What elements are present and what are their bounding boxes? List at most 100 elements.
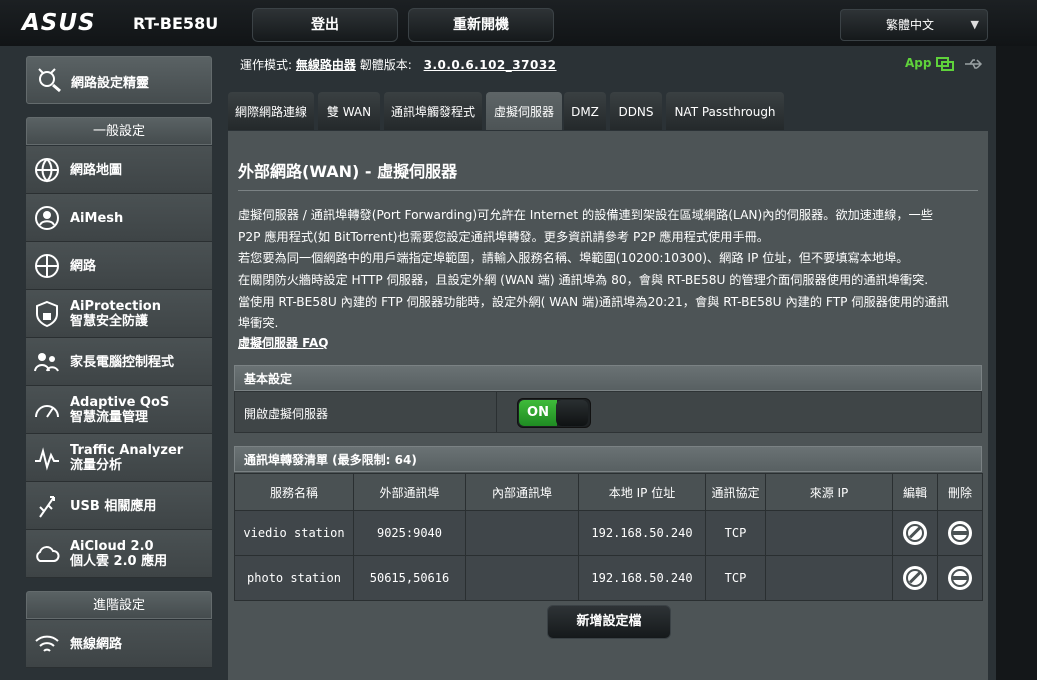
label-line2: 智慧流量管理: [70, 410, 149, 425]
cell-proto: TCP: [705, 510, 766, 556]
label-line1: AiProtection: [70, 299, 161, 314]
delete-icon[interactable]: [948, 566, 972, 590]
language-select[interactable]: 繁體中文 ▼: [840, 9, 988, 41]
sidebar-item-g8[interactable]: AiCloud 2.0 個人雲 2.0 應用: [26, 530, 212, 578]
description-line: 埠衝突.: [238, 316, 279, 330]
tab-1[interactable]: 雙 WAN: [318, 92, 380, 130]
qos-icon: [35, 405, 59, 418]
sidebar-item-g4[interactable]: 家長電腦控制程式: [26, 338, 212, 386]
description-line: 當使用 RT-BE58U 內建的 FTP 伺服器功能時，設定外網( WAN 端)…: [238, 295, 949, 309]
delete-icon[interactable]: [948, 521, 972, 545]
column-header: 內部通訊埠: [465, 473, 579, 511]
general-settings-heading: 一般設定: [26, 117, 212, 145]
label-line1: USB 相關應用: [70, 498, 157, 514]
sidebar-item-label: 無線網路: [70, 620, 122, 668]
sidebar-item-label: 家長電腦控制程式: [70, 338, 174, 386]
edit-icon[interactable]: [903, 521, 927, 545]
cell-src: [765, 510, 893, 556]
label-line2: 智慧安全防護: [70, 314, 149, 329]
cell-ext: 9025:9040: [353, 510, 466, 556]
column-header: 刪除: [937, 473, 983, 511]
cell-name: viedio station: [234, 510, 354, 556]
table-row: viedio station 9025:9040 192.168.50.240 TCP: [234, 510, 983, 556]
edit-cell: [892, 510, 938, 556]
traffic-icon: [35, 447, 59, 471]
chevron-down-icon: ▼: [970, 18, 979, 31]
mode-link[interactable]: 無線路由器: [296, 58, 356, 72]
cell-ip: 192.168.50.240: [578, 510, 706, 556]
wizard-icon: [38, 68, 61, 93]
sidebar-item-label: AiMesh: [70, 194, 123, 242]
top-header: ASUS RT-BE58U 登出 重新開機 繁體中文 ▼: [0, 0, 1037, 46]
column-header: 服務名稱: [234, 473, 354, 511]
sidebar-item-g7[interactable]: USB 相關應用: [26, 482, 212, 530]
virtual-server-toggle[interactable]: ON: [517, 398, 591, 428]
tab-3[interactable]: 虛擬伺服器: [486, 92, 562, 130]
usb-icon: [39, 496, 55, 518]
column-header: 編輯: [892, 473, 938, 511]
tab-4[interactable]: DMZ: [564, 92, 606, 130]
sidebar-item-a0[interactable]: 無線網路: [26, 620, 212, 668]
sidebar-item-qis[interactable]: 網路設定精靈: [26, 56, 212, 104]
description-line: 在關閉防火牆時設定 HTTP 伺服器，且設定外網 (WAN 端) 通訊埠為 80…: [238, 273, 929, 287]
network-icon: [35, 254, 59, 278]
monitor-icon: [935, 56, 954, 71]
cell-ip: 192.168.50.240: [578, 555, 706, 601]
enable-row: 開啟虛擬伺服器 ON: [234, 391, 982, 433]
label-line1: 家長電腦控制程式: [70, 354, 175, 370]
asus-logo: ASUS: [22, 10, 96, 36]
sidebar-item-g0[interactable]: 網路地圖: [26, 146, 212, 194]
sidebar-item-label: 網路設定精靈: [71, 76, 150, 91]
faq-link[interactable]: 虛擬伺服器 FAQ: [238, 334, 329, 351]
firmware-link[interactable]: 3.0.0.6.102_37032: [424, 58, 557, 72]
cell-proto: TCP: [705, 555, 766, 601]
description-line: 若您要為同一個網路中的用戶端指定埠範圍，請輸入服務名稱、埠範圍(10200:10…: [238, 251, 909, 265]
cell-name: photo station: [234, 555, 354, 601]
right-edge: [996, 46, 1037, 680]
router-model: RT-BE58U: [133, 14, 219, 33]
firmware-label: 韌體版本:: [359, 58, 412, 72]
cell-ext: 50615,50616: [353, 555, 466, 601]
tab-2[interactable]: 通訊埠觸發程式: [384, 92, 482, 130]
sidebar-item-label: Adaptive QoS 智慧流量管理: [70, 386, 169, 434]
title-divider: [238, 190, 978, 191]
sidebar-item-g6[interactable]: Traffic Analyzer 流量分析: [26, 434, 212, 482]
page-title: 外部網路(WAN) - 虛擬伺服器: [238, 162, 458, 181]
sidebar-item-label: 網路: [70, 242, 96, 290]
cell-int: [465, 510, 579, 556]
sidebar-item-g3[interactable]: AiProtection 智慧安全防護: [26, 290, 212, 338]
column-header: 通訊協定: [705, 473, 766, 511]
tab-5[interactable]: DDNS: [610, 92, 662, 130]
edit-icon[interactable]: [903, 566, 927, 590]
table-row: photo station 50615,50616 192.168.50.240 TC…: [234, 555, 983, 601]
port-forward-list-heading: 通訊埠轉發清單 (最多限制: 64): [234, 446, 982, 472]
app-link[interactable]: App: [905, 56, 984, 71]
column-divider: [496, 392, 497, 432]
sidebar-item-label: AiProtection 智慧安全防護: [70, 290, 161, 338]
label-line1: Adaptive QoS: [70, 395, 170, 410]
sidebar-item-g2[interactable]: 網路: [26, 242, 212, 290]
cloud-icon: [36, 546, 60, 562]
add-profile-button[interactable]: 新增設定檔: [547, 605, 671, 639]
advanced-settings-heading: 進階設定: [26, 591, 212, 619]
enable-label: 開啟虛擬伺服器: [244, 407, 329, 421]
reboot-button[interactable]: 重新開機: [408, 8, 554, 42]
label-line1: Traffic Analyzer: [70, 443, 184, 458]
label-line2: 個人雲 2.0 應用: [70, 554, 168, 569]
mode-label: 運作模式:: [240, 58, 293, 72]
logout-button[interactable]: 登出: [252, 8, 398, 42]
globe-icon: [35, 158, 59, 183]
edit-cell: [892, 555, 938, 601]
sidebar-item-g5[interactable]: Adaptive QoS 智慧流量管理: [26, 386, 212, 434]
status-line: 運作模式: 無線路由器 韌體版本: 3.0.0.6.102_37032: [240, 56, 557, 73]
tab-0[interactable]: 網際網路連線: [228, 92, 314, 130]
label-line2: 流量分析: [70, 458, 123, 473]
tab-6[interactable]: NAT Passthrough: [666, 92, 784, 130]
label-line1: 網路: [70, 258, 97, 274]
sidebar-item-g1[interactable]: AiMesh: [26, 194, 212, 242]
aimesh-icon: [35, 206, 59, 230]
shield-icon: [36, 300, 58, 328]
delete-cell: [937, 510, 983, 556]
cell-src: [765, 555, 893, 601]
sidebar-item-label: AiCloud 2.0 個人雲 2.0 應用: [70, 530, 167, 578]
